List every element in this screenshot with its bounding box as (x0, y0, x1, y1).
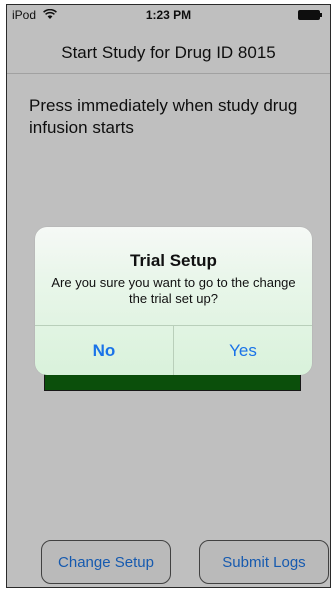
alert-dialog: Trial Setup Are you sure you want to go … (35, 227, 312, 375)
alert-message: Are you sure you want to go to the chang… (51, 275, 296, 306)
alert-title: Trial Setup (130, 251, 217, 270)
alert-no-button[interactable]: No (35, 326, 173, 375)
app-screen: iPod 1:23 PM Start Study for Drug ID 801… (6, 4, 331, 588)
alert-yes-button[interactable]: Yes (174, 326, 312, 375)
